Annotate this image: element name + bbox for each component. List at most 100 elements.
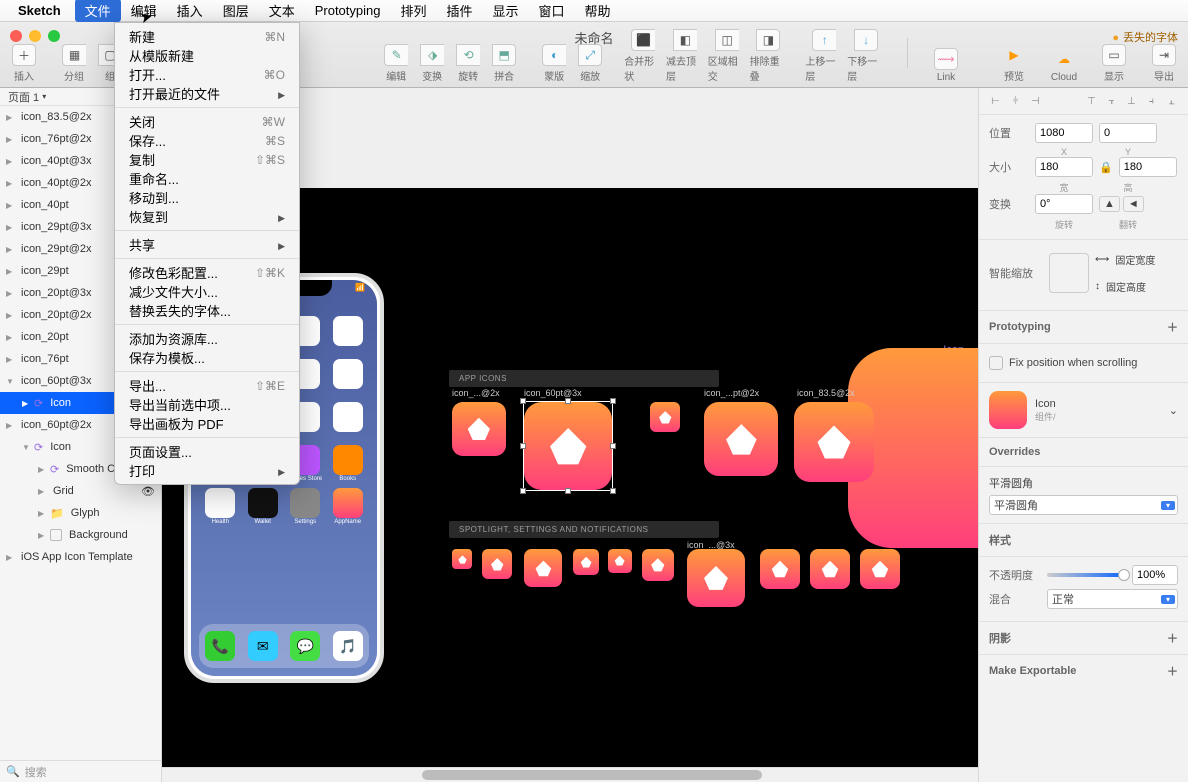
- pos-y-input[interactable]: [1099, 123, 1157, 143]
- file-menu-item[interactable]: 关闭⌘W: [115, 112, 299, 131]
- app-name[interactable]: Sketch: [18, 3, 61, 18]
- add-export-icon[interactable]: ＋: [1167, 663, 1178, 679]
- file-menu-item[interactable]: 复制⇧⌘S: [115, 150, 299, 169]
- layer-row[interactable]: ▶Background: [0, 524, 161, 546]
- file-menu-item[interactable]: 打开...⌘O: [115, 65, 299, 84]
- flatten-button[interactable]: ⬒拼合: [488, 44, 520, 83]
- close-window-icon[interactable]: [10, 30, 22, 42]
- menu-text[interactable]: 文本: [259, 0, 305, 22]
- rotate-input[interactable]: [1035, 194, 1093, 214]
- preview-button[interactable]: ▶预览: [998, 44, 1030, 83]
- align-left-icon[interactable]: ⊢: [987, 93, 1004, 109]
- resizing-control-icon[interactable]: [1049, 253, 1089, 293]
- transform-button[interactable]: ⬗变换: [416, 44, 448, 83]
- size-w-input[interactable]: [1035, 157, 1093, 177]
- cloud-button[interactable]: ☁Cloud: [1048, 48, 1080, 83]
- app-icon[interactable]: [524, 549, 562, 587]
- add-shadow-icon[interactable]: ＋: [1167, 630, 1178, 646]
- lock-icon[interactable]: 🔒: [1099, 161, 1113, 174]
- file-menu-item[interactable]: 页面设置...: [115, 442, 299, 461]
- app-icon[interactable]: [608, 549, 632, 573]
- opacity-slider[interactable]: [1047, 573, 1126, 577]
- file-menu-item[interactable]: 保存为模板...: [115, 348, 299, 367]
- rotate-button[interactable]: ⟲旋转: [452, 44, 484, 83]
- menu-view[interactable]: 显示: [483, 0, 529, 22]
- app-icon[interactable]: [650, 402, 680, 432]
- menu-help[interactable]: 帮助: [575, 0, 621, 22]
- app-icon[interactable]: [860, 549, 900, 589]
- align-right-icon[interactable]: ⊣: [1027, 93, 1044, 109]
- menu-file[interactable]: 文件: [75, 0, 121, 22]
- union-button[interactable]: ⬛合并形状: [624, 29, 662, 83]
- app-icon[interactable]: [704, 402, 778, 476]
- export-button[interactable]: ⇥导出: [1148, 44, 1180, 83]
- app-icon[interactable]: [482, 549, 512, 579]
- align-middle-icon[interactable]: ⫟: [1103, 93, 1120, 109]
- file-menu-item[interactable]: 共享: [115, 235, 299, 254]
- mask-button[interactable]: ◐蒙版: [538, 44, 570, 83]
- menu-insert[interactable]: 插入: [167, 0, 213, 22]
- layer-row[interactable]: ▶📁Glyph: [0, 502, 161, 524]
- app-icon[interactable]: [452, 402, 506, 456]
- pos-x-input[interactable]: [1035, 123, 1093, 143]
- distribute-h-icon[interactable]: ⫞: [1143, 93, 1160, 109]
- scale-button[interactable]: ⤢缩放: [574, 44, 606, 83]
- menu-window[interactable]: 窗口: [529, 0, 575, 22]
- file-menu-item[interactable]: 修改色彩配置...⇧⌘K: [115, 263, 299, 282]
- menu-edit[interactable]: 编辑: [121, 0, 167, 22]
- missing-fonts-warning[interactable]: 丢失的字体: [1112, 29, 1178, 45]
- group-button[interactable]: ▦分组: [58, 44, 90, 83]
- visibility-icon[interactable]: 👁: [141, 485, 155, 498]
- app-icon[interactable]: [452, 549, 472, 569]
- app-icon[interactable]: [573, 549, 599, 575]
- flip-v-icon[interactable]: ◄: [1123, 196, 1144, 212]
- file-menu-item[interactable]: 恢复到: [115, 207, 299, 226]
- forward-button[interactable]: ↑上移一层: [805, 29, 843, 83]
- size-h-input[interactable]: [1119, 157, 1177, 177]
- edit-button[interactable]: ✎编辑: [380, 44, 412, 83]
- app-icon[interactable]: [794, 402, 874, 482]
- align-center-h-icon[interactable]: ⫩: [1007, 93, 1024, 109]
- file-menu-item[interactable]: 保存...⌘S: [115, 131, 299, 150]
- file-menu-item[interactable]: 打开最近的文件: [115, 84, 299, 103]
- file-menu-item[interactable]: 新建⌘N: [115, 27, 299, 46]
- link-button[interactable]: ⟿Link: [930, 48, 962, 83]
- file-menu-item[interactable]: 减少文件大小...: [115, 282, 299, 301]
- blend-mode-select[interactable]: 正常▾: [1047, 589, 1178, 609]
- distribute-v-icon[interactable]: ⫠: [1163, 93, 1180, 109]
- file-menu-item[interactable]: 打印: [115, 461, 299, 480]
- menu-arrange[interactable]: 排列: [390, 0, 436, 22]
- difference-button[interactable]: ◨排除重叠: [750, 29, 788, 83]
- zoom-window-icon[interactable]: [48, 30, 60, 42]
- file-menu-item[interactable]: 移动到...: [115, 188, 299, 207]
- fix-height-icon[interactable]: ↕: [1095, 281, 1100, 292]
- file-menu-item[interactable]: 从模版新建: [115, 46, 299, 65]
- add-prototype-icon[interactable]: ＋: [1167, 319, 1178, 335]
- layer-row[interactable]: ▶iOS App Icon Template: [0, 546, 161, 568]
- file-menu-item[interactable]: 导出当前选中项...: [115, 395, 299, 414]
- align-top-icon[interactable]: ⊤: [1083, 93, 1100, 109]
- file-menu-item[interactable]: 导出...⇧⌘E: [115, 376, 299, 395]
- file-menu-item[interactable]: 添加为资源库...: [115, 329, 299, 348]
- insert-button[interactable]: ＋插入: [8, 44, 40, 83]
- smooth-corners-select[interactable]: 平滑圆角▾: [989, 495, 1178, 515]
- minimize-window-icon[interactable]: [29, 30, 41, 42]
- view-button[interactable]: ▭显示: [1098, 44, 1130, 83]
- flip-h-icon[interactable]: ▲: [1099, 196, 1120, 212]
- app-icon[interactable]: [810, 549, 850, 589]
- file-menu-item[interactable]: 替换丢失的字体...: [115, 301, 299, 320]
- file-menu-item[interactable]: 导出画板为 PDF: [115, 414, 299, 433]
- intersect-button[interactable]: ◫区域相交: [708, 29, 746, 83]
- app-icon[interactable]: [642, 549, 674, 581]
- subtract-button[interactable]: ◧减去顶层: [666, 29, 704, 83]
- fix-width-icon[interactable]: ⟷: [1095, 254, 1109, 265]
- menu-layer[interactable]: 图层: [213, 0, 259, 22]
- align-bottom-icon[interactable]: ⊥: [1123, 93, 1140, 109]
- symbol-dropdown-icon[interactable]: ⌄: [1169, 404, 1178, 417]
- fix-scroll-checkbox[interactable]: [989, 356, 1003, 370]
- opacity-input[interactable]: [1132, 565, 1178, 585]
- app-icon-selected[interactable]: [524, 402, 612, 490]
- menu-plugins[interactable]: 插件: [437, 0, 483, 22]
- menu-prototyping[interactable]: Prototyping: [305, 1, 391, 20]
- app-icon[interactable]: [760, 549, 800, 589]
